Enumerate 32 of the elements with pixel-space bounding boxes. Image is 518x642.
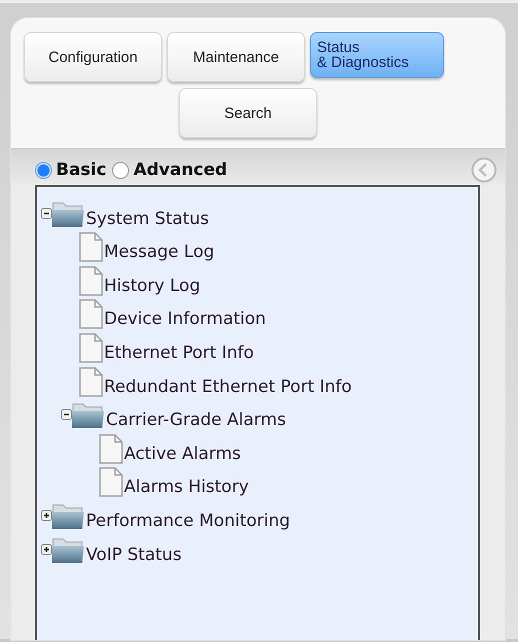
tree-item-link[interactable]: Alarms History [124, 477, 249, 498]
page-icon [78, 266, 104, 296]
tree-item-link[interactable]: Active Alarms [124, 444, 241, 464]
collapse-toggle-icon[interactable] [41, 208, 52, 219]
nav-tab[interactable]: Status & Diagnostics [310, 32, 444, 78]
nav-tab[interactable]: Maintenance [167, 32, 305, 82]
folder-icon [50, 536, 86, 565]
page-icon [78, 299, 104, 330]
page-icon [98, 434, 124, 464]
page-icon [78, 332, 104, 363]
view-mode-radio[interactable]: Basic [35, 160, 106, 180]
collapse-toggle-icon[interactable] [61, 409, 72, 420]
nav-tab[interactable]: Search [179, 88, 317, 138]
expand-toggle-icon[interactable] [41, 544, 52, 555]
folder-icon [70, 402, 106, 430]
folder-icon [50, 502, 86, 531]
tree-folder-label[interactable]: VoIP Status [86, 544, 182, 565]
tree-item-link[interactable]: History Log [104, 276, 200, 296]
view-mode-radio[interactable]: Advanced [112, 160, 228, 180]
page-icon [78, 232, 104, 262]
tree-folder-label[interactable]: Performance Monitoring [86, 510, 290, 531]
tree-folder-label[interactable]: Carrier-Grade Alarms [106, 410, 286, 430]
page-icon [98, 467, 124, 498]
nav-tab[interactable]: Configuration [24, 32, 162, 82]
tree-item-link[interactable]: Ethernet Port Info [104, 342, 254, 363]
tree-item-link[interactable]: Message Log [104, 242, 214, 262]
expand-toggle-icon[interactable] [41, 510, 52, 521]
tree-folder-label[interactable]: System Status [86, 208, 209, 229]
page-icon [78, 366, 104, 397]
folder-icon [50, 200, 86, 229]
tree-item-link[interactable]: Redundant Ethernet Port Info [104, 376, 352, 397]
tree-item-link[interactable]: Device Information [104, 309, 266, 330]
